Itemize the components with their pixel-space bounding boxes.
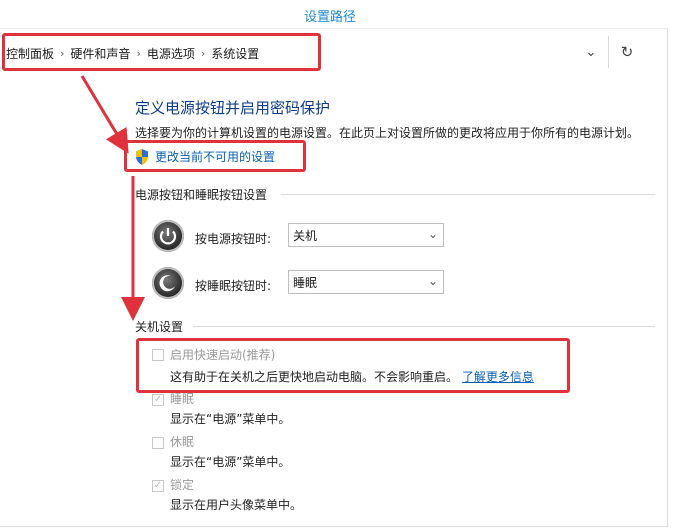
change-link-highlight-box — [124, 140, 306, 172]
shutdown-section-heading: 关机设置 — [135, 320, 184, 334]
hibernate-option-description: 显示在“电源”菜单中。 — [170, 455, 291, 469]
section-divider — [193, 326, 655, 327]
power-button-label: 按电源按钮时: — [195, 232, 272, 246]
power-button-select-value: 关机 — [293, 228, 318, 243]
page-title: 定义电源按钮并启用密码保护 — [135, 99, 331, 117]
page-description: 选择要为你的计算机设置的电源设置。在此页上对设置所做的更改将应用于你所有的电源计… — [135, 126, 640, 140]
breadcrumb-highlight-box — [2, 33, 321, 71]
power-button-icon — [152, 220, 184, 252]
chevron-down-icon: ⌄ — [427, 274, 438, 288]
power-button-select[interactable]: 关机 ⌄ — [288, 223, 444, 247]
sleep-option-description: 显示在“电源”菜单中。 — [170, 412, 291, 426]
hibernate-option-title: 休眠 — [170, 435, 195, 449]
chevron-down-icon: ⌄ — [427, 227, 438, 241]
chevron-down-icon[interactable]: ⌄ — [580, 41, 602, 63]
caption: 设置路径 — [303, 10, 356, 25]
refresh-icon[interactable]: ↻ — [608, 36, 645, 68]
buttons-section-heading: 电源按钮和睡眠按钮设置 — [135, 188, 268, 202]
section-divider — [281, 194, 655, 195]
sleep-button-icon — [152, 267, 184, 299]
lock-option-checkbox[interactable]: ✓ — [152, 480, 164, 492]
fast-startup-highlight-box — [136, 338, 570, 393]
sleep-button-select[interactable]: 睡眠 ⌄ — [288, 270, 444, 294]
hibernate-option-checkbox[interactable] — [152, 437, 164, 449]
lock-option-description: 显示在用户头像菜单中。 — [170, 498, 303, 512]
sleep-button-select-value: 睡眠 — [293, 275, 318, 290]
sleep-button-label: 按睡眠按钮时: — [195, 279, 272, 293]
sleep-option-checkbox[interactable]: ✓ — [152, 394, 164, 406]
lock-option-title: 锁定 — [170, 478, 195, 492]
